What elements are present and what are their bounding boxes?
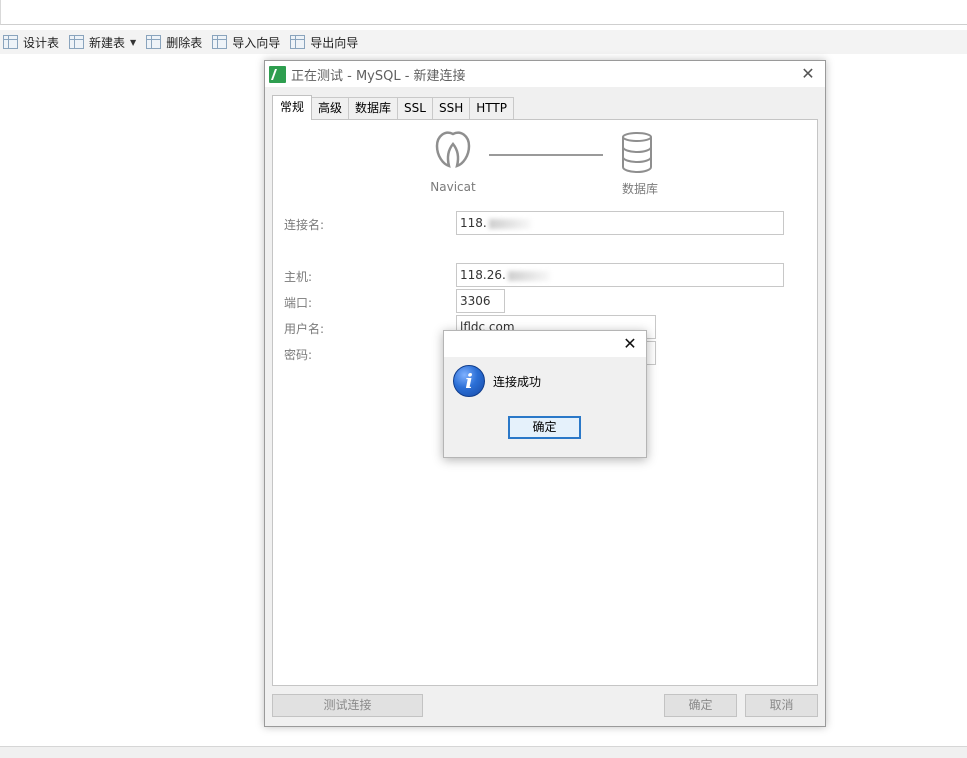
port-input[interactable]: 3306 bbox=[456, 289, 505, 313]
dialog-titlebar[interactable]: 正在测试 - MySQL - 新建连接 ✕ bbox=[265, 61, 825, 87]
tab-http[interactable]: HTTP bbox=[469, 97, 514, 119]
new-table-label: 新建表 bbox=[89, 35, 126, 50]
status-bar bbox=[0, 746, 967, 758]
import-wizard-label: 导入向导 bbox=[232, 35, 281, 50]
connection-name-input[interactable]: 118. bbox=[456, 211, 784, 235]
test-connection-button[interactable]: 测试连接 bbox=[272, 694, 423, 717]
design-table-icon bbox=[3, 35, 18, 49]
messagebox-ok-button[interactable]: 确定 bbox=[508, 416, 581, 439]
tab-bar: 常规 高级 数据库 SSL SSH HTTP bbox=[272, 95, 514, 120]
export-wizard-button[interactable]: 导出向导 bbox=[290, 31, 358, 53]
info-icon: i bbox=[453, 365, 485, 397]
redacted-blur bbox=[488, 218, 531, 229]
host-input[interactable]: 118.26. bbox=[456, 263, 784, 287]
new-table-icon bbox=[69, 35, 85, 49]
connection-name-value: 118. bbox=[460, 216, 487, 230]
host-label: 主机: bbox=[284, 270, 313, 284]
connection-diagram: Navicat 数据库 bbox=[423, 128, 693, 198]
redacted-blur bbox=[507, 270, 550, 281]
database-icon bbox=[622, 132, 652, 173]
cancel-button[interactable]: 取消 bbox=[745, 694, 818, 717]
dialog-title: 正在测试 - MySQL - 新建连接 bbox=[291, 68, 466, 84]
tab-database[interactable]: 数据库 bbox=[348, 97, 399, 119]
dialog-close-icon[interactable]: ✕ bbox=[797, 64, 819, 84]
messagebox-close-icon[interactable]: ✕ bbox=[620, 334, 640, 354]
tab-general[interactable]: 常规 bbox=[272, 95, 313, 120]
navicat-label: Navicat bbox=[430, 180, 476, 194]
message-text: 连接成功 bbox=[493, 375, 542, 389]
export-wizard-icon bbox=[290, 35, 306, 49]
host-value: 118.26. bbox=[460, 268, 506, 282]
diagram-connector-line bbox=[489, 154, 603, 156]
delete-table-label: 删除表 bbox=[166, 35, 203, 50]
import-wizard-icon bbox=[212, 35, 228, 49]
connection-success-messagebox: ✕ i 连接成功 确定 bbox=[443, 330, 647, 458]
port-value: 3306 bbox=[460, 294, 491, 308]
new-table-button[interactable]: 新建表 ▼ bbox=[69, 31, 136, 53]
tab-ssh[interactable]: SSH bbox=[431, 97, 471, 119]
delete-table-icon bbox=[146, 35, 162, 49]
ok-button[interactable]: 确定 bbox=[664, 694, 737, 717]
delete-table-button[interactable]: 删除表 bbox=[146, 31, 202, 53]
top-pane bbox=[0, 0, 967, 25]
dropdown-arrow-icon[interactable]: ▼ bbox=[130, 38, 136, 47]
design-table-button[interactable]: 设计表 bbox=[3, 31, 59, 53]
port-label: 端口: bbox=[284, 296, 313, 310]
tab-ssl[interactable]: SSL bbox=[397, 97, 433, 119]
password-label: 密码: bbox=[284, 348, 313, 362]
database-label: 数据库 bbox=[621, 182, 658, 196]
username-label: 用户名: bbox=[284, 322, 325, 336]
tab-advanced[interactable]: 高级 bbox=[311, 97, 350, 119]
design-table-label: 设计表 bbox=[23, 35, 60, 50]
import-wizard-button[interactable]: 导入向导 bbox=[212, 31, 280, 53]
navicat-app-icon bbox=[269, 65, 286, 83]
toolbar: 设计表 新建表 ▼ 删除表 导入向导 导出向导 bbox=[0, 30, 967, 54]
connection-name-label: 连接名: bbox=[284, 218, 325, 232]
navicat-logo-icon bbox=[435, 131, 471, 168]
messagebox-titlebar[interactable]: ✕ bbox=[444, 331, 646, 357]
export-wizard-label: 导出向导 bbox=[310, 35, 359, 50]
